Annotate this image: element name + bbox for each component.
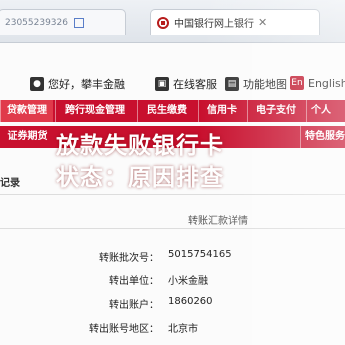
bank-logo-icon [157, 16, 169, 29]
english-link[interactable]: En English [290, 76, 345, 90]
nav-item-credit-card[interactable]: 信用卡 [198, 100, 245, 122]
row-value: 1860260 [168, 296, 213, 307]
main-nav: 贷款管理 跨行现金管理 民生缴费 信用卡 电子支付 个人 [0, 100, 345, 122]
overlay-line-2: 状态：原因排查 [56, 165, 224, 192]
nav-item-securities[interactable]: 证券期货 [0, 126, 55, 148]
browser-tab-bar: 23055239326 中国银行网上银行 ✕ [0, 0, 345, 43]
transfer-detail-title: 转账汇款详情 [188, 216, 248, 227]
greeting-text: 您好，攀丰金融 [48, 78, 125, 91]
nav-item-special[interactable]: 特色服务 [300, 126, 345, 148]
nav-item-loan[interactable]: 贷款管理 [0, 100, 53, 122]
overlay-caption: 放款失败银行卡 状态：原因排查 [56, 134, 224, 190]
divider [0, 228, 345, 229]
close-tab-icon[interactable]: ✕ [258, 16, 267, 29]
row-key: 转出账户： [109, 300, 159, 311]
record-label: 记录 [0, 178, 20, 189]
row-value: 5015754165 [168, 249, 232, 260]
online-service-link[interactable]: ▣ 在线客服 [155, 76, 217, 92]
map-icon: ▤ [225, 77, 239, 91]
english-icon: En [290, 76, 304, 90]
page-icon [74, 17, 84, 28]
row-key: 转出账号地区： [89, 324, 159, 335]
browser-tab-left[interactable]: 23055239326 [0, 9, 126, 35]
overlay-line-1: 放款失败银行卡 [56, 133, 224, 159]
active-tab-title: 中国银行网上银行 [174, 19, 254, 30]
service-label: 在线客服 [173, 78, 217, 91]
map-label: 功能地图 [243, 78, 287, 91]
detail-row: 转出账户： 1860260 [0, 296, 345, 312]
nav-item-personal[interactable]: 个人 [306, 100, 345, 122]
browser-tab-active[interactable]: 中国银行网上银行 ✕ [150, 9, 320, 35]
utility-bar: ● 您好，攀丰金融 ▣ 在线客服 ▤ 功能地图 En English [0, 72, 345, 96]
nav-item-e-payment[interactable]: 电子支付 [247, 100, 304, 122]
row-value: 北京市 [168, 324, 198, 335]
nav-item-cash-management[interactable]: 跨行现金管理 [55, 100, 134, 122]
detail-row: 转出账号地区： 北京市 [0, 320, 345, 336]
divider [0, 194, 345, 195]
row-value: 小米金融 [168, 276, 208, 287]
detail-row: 转账批次号： 5015754165 [0, 249, 345, 265]
row-key: 转账批次号： [99, 253, 159, 264]
nav-item-utility-payment[interactable]: 民生缴费 [137, 100, 196, 122]
tab-left-text: 23055239326 [5, 17, 68, 28]
row-key: 转出单位： [109, 276, 159, 287]
greeting: ● 您好，攀丰金融 [30, 76, 125, 92]
english-label: English [308, 76, 345, 90]
function-map-link[interactable]: ▤ 功能地图 [225, 76, 287, 92]
detail-row: 转出单位： 小米金融 [0, 272, 345, 288]
user-icon: ● [30, 77, 44, 91]
service-icon: ▣ [155, 77, 169, 91]
